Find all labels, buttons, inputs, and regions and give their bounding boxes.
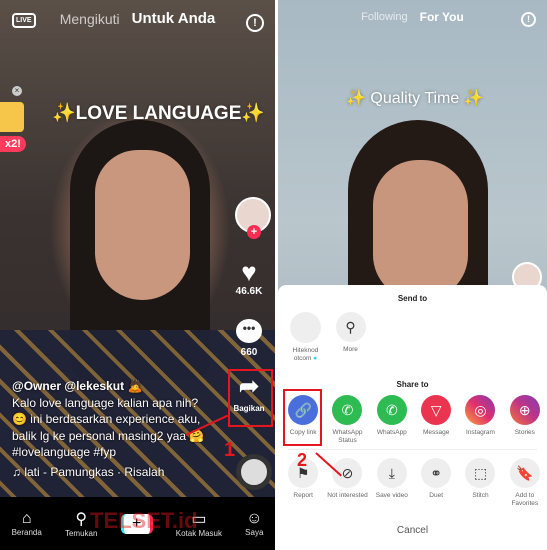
tab-following[interactable]: Following — [361, 11, 407, 23]
close-icon[interactable]: × — [12, 86, 22, 96]
action-duet[interactable]: ⚭ Duet — [414, 458, 458, 508]
instagram-icon: ◎ — [465, 395, 496, 425]
nav-saya[interactable]: ☺ Saya — [245, 510, 263, 537]
left-screenshot-foryou: LIVE Mengikuti Untuk Anda ! × x2! ✨LOVE … — [0, 0, 275, 550]
send-icon: ▽ — [421, 395, 452, 425]
share-stories[interactable]: ⊕ Stories — [503, 395, 547, 445]
verified-icon: ● — [313, 355, 318, 362]
action-save-video[interactable]: ⤓ Save video — [370, 458, 414, 508]
info-icon[interactable]: ! — [246, 14, 264, 32]
tab-mengikuti[interactable]: Mengikuti — [60, 11, 120, 27]
music-row[interactable]: ♫ lati - Pamungkas · Risalah — [12, 464, 212, 481]
download-icon: ⤓ — [376, 458, 407, 488]
highlight-copy-link-box — [283, 389, 322, 446]
highlight-share-box — [228, 369, 273, 427]
caption-line: Kalo love language kalian apa nih? — [12, 395, 199, 410]
video-face — [95, 150, 190, 300]
action-add-to-favorites[interactable]: 🔖 Add to Favorites — [503, 458, 547, 508]
caption-author[interactable]: @Owner @lekeskut 🙇 — [12, 378, 212, 395]
stitch-icon: ⬚ — [465, 458, 496, 488]
action-stitch[interactable]: ⬚ Stitch — [458, 458, 502, 508]
home-icon: ⌂ — [21, 510, 32, 527]
nav-beranda[interactable]: ⌂ Beranda — [12, 510, 42, 537]
like-count: 46.6K — [235, 286, 263, 297]
comment-count: 660 — [240, 347, 258, 358]
watermark-logo: TELSET.id — [90, 508, 198, 533]
step-number-1: 1 — [224, 439, 236, 461]
tab-for-you[interactable]: For You — [420, 10, 464, 24]
share-instagram[interactable]: ◎ Instagram — [458, 395, 502, 445]
search-icon: ⚲ — [335, 312, 366, 342]
caption-hashtags[interactable]: #lovelanguage #fyp — [12, 444, 212, 461]
share-whatsapp[interactable]: ✆ WhatsApp — [370, 395, 414, 445]
tab-untuk-anda[interactable]: Untuk Anda — [132, 10, 216, 27]
step-number-2: 2 — [297, 450, 308, 470]
comment-icon: ••• — [236, 319, 262, 343]
caption-line: balik lg ke personal masing2 yaa 🤗 — [12, 428, 205, 443]
info-icon[interactable]: ! — [521, 12, 536, 27]
comment-button[interactable]: ••• 660 — [229, 319, 269, 358]
video-title: ✨LOVE LANGUAGE✨ — [52, 103, 266, 124]
more-contacts-button[interactable]: ⚲ More — [328, 312, 373, 363]
promo-badge[interactable]: x2! — [0, 136, 26, 152]
stories-icon: ⊕ — [509, 395, 540, 425]
contact-avatar — [290, 312, 321, 343]
divider — [288, 449, 537, 450]
whatsapp-icon: ✆ — [376, 395, 407, 425]
follow-plus-icon[interactable]: + — [247, 225, 261, 239]
cancel-button[interactable]: Cancel — [278, 525, 547, 536]
creator-avatar[interactable]: + — [235, 197, 271, 239]
share-sheet: Send to Hiteknod otcom ● ⚲ More Share to … — [278, 285, 547, 550]
video-face — [373, 160, 468, 300]
heart-icon: ♥ — [241, 257, 257, 287]
share-message[interactable]: ▽ Message — [414, 395, 458, 445]
music-disc[interactable] — [236, 454, 272, 490]
video-title: ✨ Quality Time ✨ — [346, 90, 484, 107]
like-button[interactable]: ♥ 46.6K — [229, 258, 269, 297]
duet-icon: ⚭ — [421, 458, 452, 488]
gift-icon[interactable] — [0, 102, 24, 132]
music-note-icon: ♫ — [12, 464, 25, 479]
video-caption: @Owner @lekeskut 🙇 Kalo love language ka… — [12, 378, 212, 480]
right-screenshot-share-sheet: Following For You ! ✨ Quality Time ✨ Sen… — [278, 0, 547, 550]
share-whatsapp-status[interactable]: ✆ WhatsApp Status — [325, 395, 369, 445]
caption-line: 😊 ini berdasarkan experience aku, — [12, 412, 201, 426]
music-title: lati - Pamungkas · Risalah — [24, 464, 165, 479]
profile-icon: ☺ — [246, 510, 263, 527]
bookmark-icon: 🔖 — [509, 458, 540, 488]
send-to-heading: Send to — [397, 294, 428, 303]
contact-hiteknodotcom[interactable]: Hiteknod otcom ● — [283, 312, 328, 363]
share-to-heading: Share to — [396, 380, 429, 389]
whatsapp-icon: ✆ — [332, 395, 363, 425]
